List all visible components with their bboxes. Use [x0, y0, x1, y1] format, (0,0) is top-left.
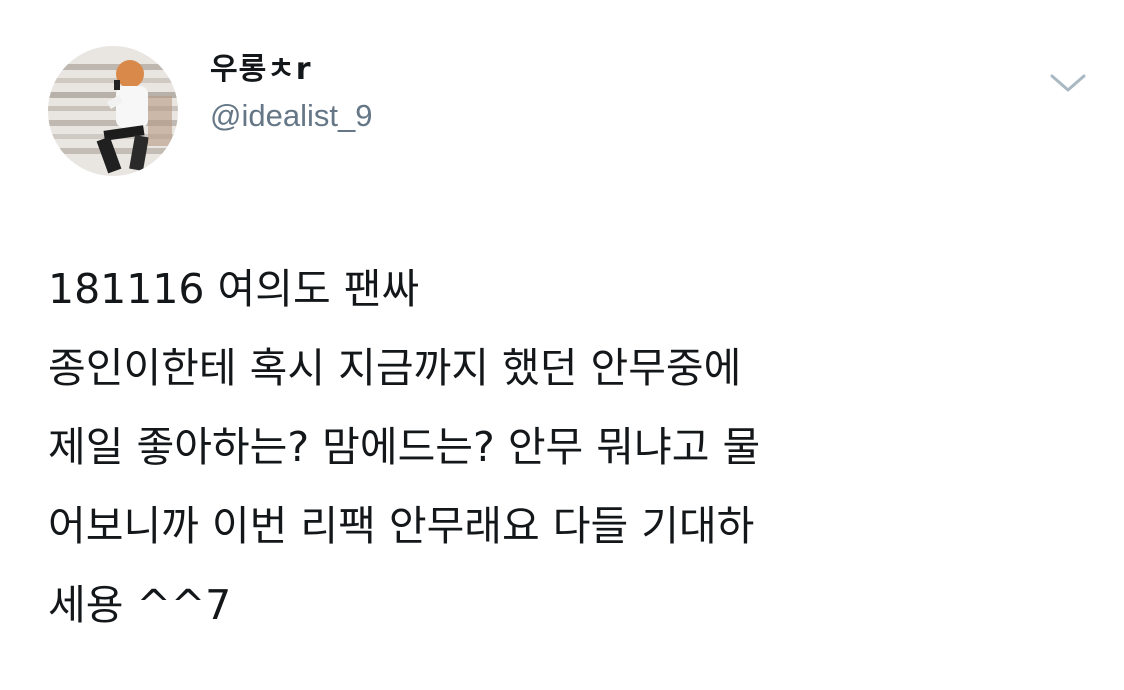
tweet-text-line: 세용 ^^7 — [48, 581, 232, 629]
tweet-text-line: 어보니까 이번 리팩 안무래요 다들 기대하 — [48, 502, 755, 550]
tweet-text-line: 제일 좋아하는? 맘에드는? 안무 뭐냐고 물 — [48, 423, 761, 471]
tweet-text-line: 종인이한테 혹시 지금까지 했던 안무중에 — [48, 344, 742, 392]
user-names: 우롱ㅊr @idealist_9 — [210, 50, 372, 136]
more-options-button[interactable] — [1048, 68, 1088, 98]
tweet-text: 181116 여의도 팬싸 종인이한테 혹시 지금까지 했던 안무중에 제일 좋… — [48, 250, 1088, 645]
chevron-down-icon — [1050, 74, 1086, 92]
tweet-text-line: 181116 여의도 팬싸 — [48, 265, 420, 313]
tweet-header: 우롱ㅊr @idealist_9 — [48, 46, 1088, 176]
user-handle[interactable]: @idealist_9 — [210, 96, 372, 136]
avatar-image — [48, 46, 178, 176]
display-name[interactable]: 우롱ㅊr — [210, 50, 372, 90]
avatar[interactable] — [48, 46, 178, 176]
